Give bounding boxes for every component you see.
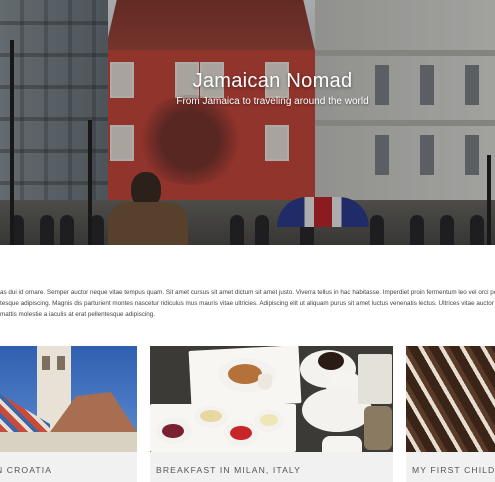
hero-overlay <box>0 0 495 245</box>
post-title[interactable]: BREAKFAST IN MILAN, ITALY <box>156 465 301 475</box>
site-tagline: From Jamaica to traveling around the wor… <box>176 96 369 107</box>
post-title[interactable]: MY FIRST CHILD <box>412 465 495 475</box>
post-card-label[interactable]: MY FIRST CHILD <box>406 452 495 482</box>
post-card-croatia[interactable]: N CROATIA <box>0 346 137 482</box>
hero-banner: Jamaican Nomad From Jamaica to traveling… <box>0 0 495 245</box>
intro-line: tesque adipiscing. Magnis dis parturient… <box>0 300 495 307</box>
intro-line: as dui id ornare. Semper auctor neque vi… <box>0 289 495 296</box>
intro-line: mattis molestie a iaculis at erat pellen… <box>0 311 156 318</box>
post-card-label[interactable]: N CROATIA <box>0 452 137 482</box>
post-image-croatia[interactable] <box>0 346 137 452</box>
post-image-first-child[interactable] <box>406 346 495 452</box>
post-card-first-child[interactable]: MY FIRST CHILD <box>406 346 495 482</box>
site-title: Jamaican Nomad <box>192 70 353 92</box>
post-card-label[interactable]: BREAKFAST IN MILAN, ITALY <box>150 452 393 482</box>
post-image-breakfast[interactable] <box>150 346 393 452</box>
post-title[interactable]: N CROATIA <box>0 465 52 475</box>
intro-text: as dui id ornare. Semper auctor neque vi… <box>0 287 495 320</box>
post-card-breakfast-milan[interactable]: BREAKFAST IN MILAN, ITALY <box>150 346 393 482</box>
